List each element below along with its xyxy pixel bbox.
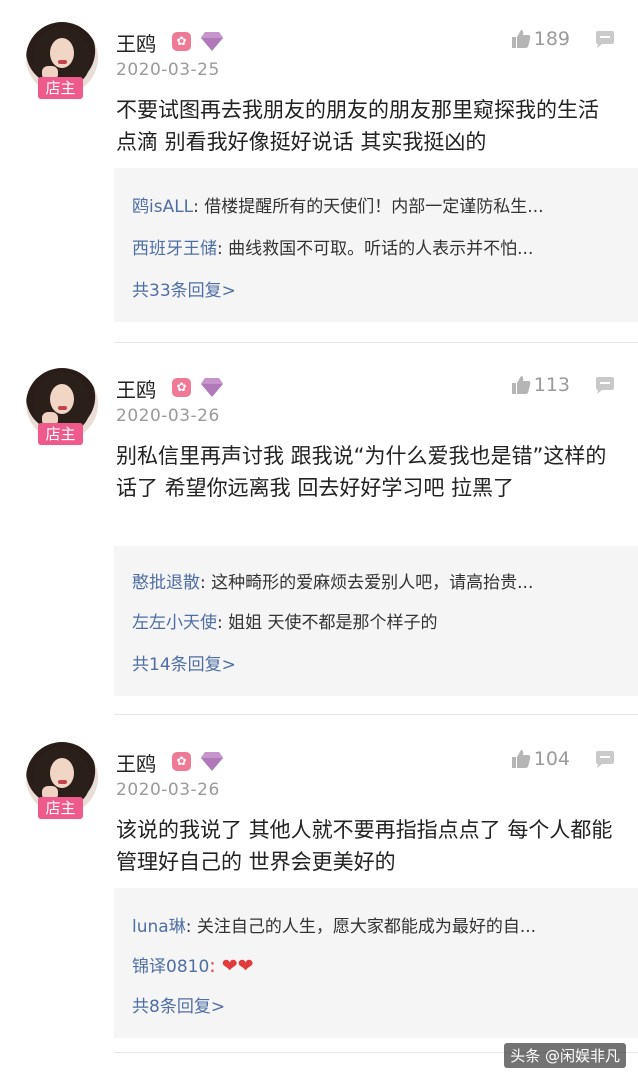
like-count: 113	[533, 374, 570, 396]
reply-username[interactable]: 锦译0810	[132, 957, 209, 977]
reply-text: : 关注自己的人生，愿大家都能成为最好的自...	[185, 917, 537, 937]
reply-text: : 曲线救国不可取。听话的人表示并不怕...	[217, 239, 534, 259]
view-all-replies-link[interactable]: 共8条回复>	[132, 992, 225, 1017]
comment-icon[interactable]	[594, 376, 616, 396]
post-date: 2020-03-25	[116, 60, 220, 80]
comment-item: 店主 王鸥 ✿ 2020-03-26 104 该说的我说了 其他人就不要再指指点…	[0, 742, 638, 1052]
reply-username[interactable]: luna琳	[132, 917, 186, 937]
reply-item: 憨批退散: 这种畸形的爱麻烦去爱别人吧，请高抬贵...	[132, 568, 533, 593]
comment-feed: 店主 王鸥 ✿ 2020-03-25 189 不要试图再去我朋友的朋友的朋友那里…	[0, 0, 638, 1080]
reply-username[interactable]: 左左小天使	[132, 613, 217, 633]
reply-item: 西班牙王储: 曲线救国不可取。听话的人表示并不怕...	[132, 234, 533, 259]
reply-text: : ❤❤	[209, 955, 254, 977]
like-button[interactable]: 104	[511, 748, 570, 770]
view-all-replies-link[interactable]: 共14条回复>	[132, 650, 236, 675]
comment-text: 不要试图再去我朋友的朋友的朋友那里窥探我的生活点滴 别看我好像挺好说话 其实我挺…	[116, 98, 599, 154]
reply-username[interactable]: 西班牙王储	[132, 239, 217, 259]
reply-text: : 这种畸形的爱麻烦去爱别人吧，请高抬贵...	[200, 573, 534, 593]
divider	[114, 342, 638, 343]
comment-icon[interactable]	[594, 750, 616, 770]
comment-text: 别私信里再声讨我 跟我说“为什么爱我也是错”这样的话了 希望你远离我 回去好好学…	[116, 444, 607, 500]
like-button[interactable]: 189	[511, 28, 570, 50]
reply-item: 左左小天使: 姐姐 天使不都是那个样子的	[132, 608, 438, 633]
thumbs-up-icon	[511, 750, 531, 768]
flower-badge-icon: ✿	[172, 32, 191, 51]
divider	[114, 714, 638, 715]
reply-username[interactable]: 鸥isALL	[132, 197, 193, 217]
comment-icon[interactable]	[594, 30, 616, 50]
thumbs-up-icon	[511, 30, 531, 48]
store-owner-badge: 店主	[38, 77, 83, 99]
post-date: 2020-03-26	[116, 406, 220, 426]
reply-item: 鸥isALL: 借楼提醒所有的天使们！内部一定谨防私生...	[132, 192, 544, 217]
reply-text: : 借楼提醒所有的天使们！内部一定谨防私生...	[193, 197, 544, 217]
watermark: 头条 @闲娱非凡	[504, 1043, 626, 1068]
like-count: 189	[533, 28, 570, 50]
store-owner-badge: 店主	[38, 797, 83, 819]
thumbs-up-icon	[511, 376, 531, 394]
reply-item: luna琳: 关注自己的人生，愿大家都能成为最好的自...	[132, 912, 536, 937]
diamond-badge-icon	[201, 752, 223, 771]
reply-item: 锦译0810: ❤❤	[132, 952, 254, 977]
like-button[interactable]: 113	[511, 374, 570, 396]
reply-text: : 姐姐 天使不都是那个样子的	[217, 613, 438, 633]
diamond-badge-icon	[201, 378, 223, 397]
reply-preview[interactable]: luna琳: 关注自己的人生，愿大家都能成为最好的自... 锦译0810: ❤❤…	[114, 888, 638, 1038]
username[interactable]: 王鸥	[116, 748, 156, 777]
username[interactable]: 王鸥	[116, 374, 156, 403]
like-count: 104	[533, 748, 570, 770]
reply-preview[interactable]: 鸥isALL: 借楼提醒所有的天使们！内部一定谨防私生... 西班牙王储: 曲线…	[114, 168, 638, 322]
username[interactable]: 王鸥	[116, 28, 156, 57]
diamond-badge-icon	[201, 32, 223, 51]
flower-badge-icon: ✿	[172, 752, 191, 771]
post-date: 2020-03-26	[116, 780, 220, 800]
comment-item: 店主 王鸥 ✿ 2020-03-25 189 不要试图再去我朋友的朋友的朋友那里…	[0, 22, 638, 332]
reply-preview[interactable]: 憨批退散: 这种畸形的爱麻烦去爱别人吧，请高抬贵... 左左小天使: 姐姐 天使…	[114, 546, 638, 696]
comment-text: 该说的我说了 其他人就不要再指指点点了 每个人都能管理好自己的 世界会更美好的	[116, 818, 613, 874]
comment-item: 店主 王鸥 ✿ 2020-03-26 113 别私信里再声讨我 跟我说“为什么爱…	[0, 368, 638, 698]
flower-badge-icon: ✿	[172, 378, 191, 397]
reply-username[interactable]: 憨批退散	[132, 573, 200, 593]
view-all-replies-link[interactable]: 共33条回复>	[132, 276, 236, 301]
store-owner-badge: 店主	[38, 423, 83, 445]
